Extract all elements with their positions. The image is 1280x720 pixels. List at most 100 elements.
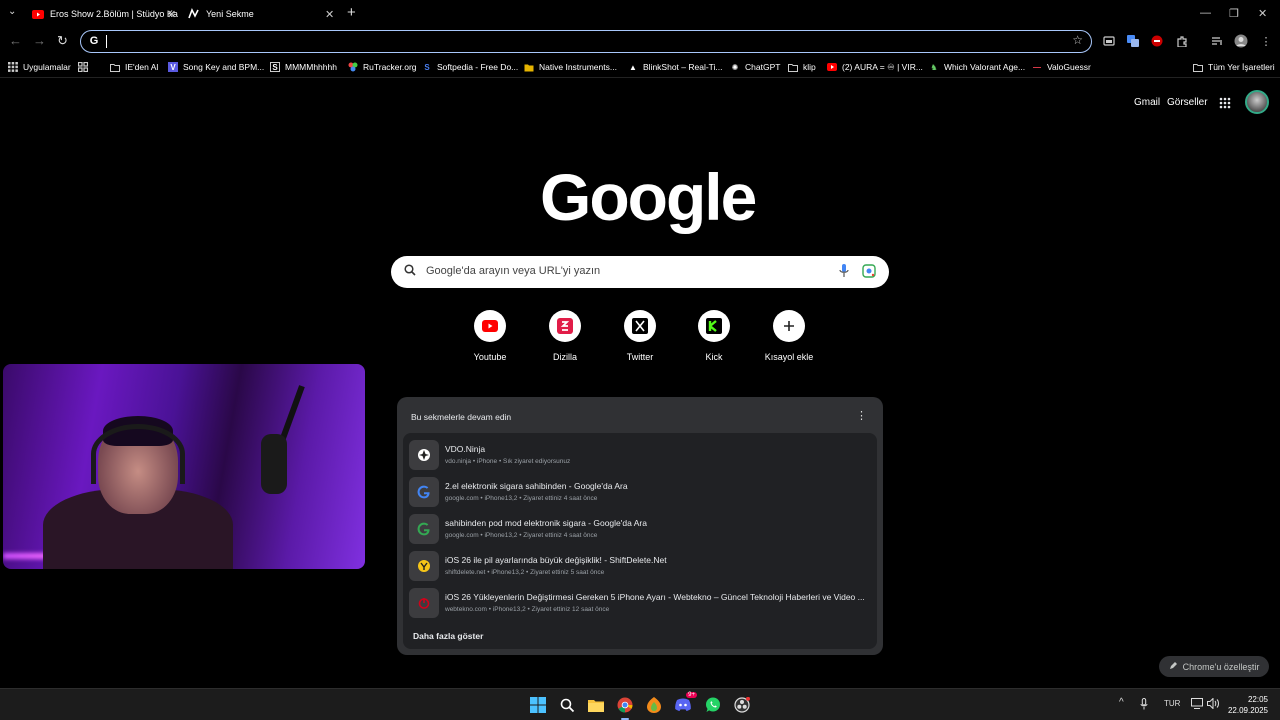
bookmark-label: MMMMhhhhh — [285, 62, 337, 72]
tab-youtube[interactable]: Eros Show 2.Bölüm | Stüdyo Ka ✕ — [32, 0, 182, 28]
account-avatar[interactable] — [1245, 90, 1269, 114]
bookmark-ie[interactable]: IE'den Al — [110, 59, 158, 75]
system-clock[interactable]: 22:05 22.09.2025 — [1228, 694, 1268, 716]
tray-mic-icon[interactable] — [1140, 698, 1148, 712]
search-box[interactable]: Google'da arayın veya URL'yi yazın — [391, 256, 889, 288]
bookmark-chatgpt[interactable]: ✺ ChatGPT — [730, 59, 781, 75]
bookmark-valorant[interactable]: ♞ Which Valorant Age... — [929, 59, 1025, 75]
search-placeholder: Google'da arayın veya URL'yi yazın — [426, 265, 601, 277]
reading-list-icon[interactable] — [1210, 34, 1224, 48]
shortcut-dizilla[interactable]: Dizilla — [525, 310, 605, 362]
bookmark-star-icon[interactable]: ☆ — [1072, 33, 1083, 47]
tab-search-icon[interactable]: ⌄ — [8, 6, 16, 17]
close-window-icon[interactable]: ✕ — [1258, 7, 1267, 20]
back-icon[interactable]: ← — [9, 33, 22, 48]
bookmark-label: Which Valorant Age... — [944, 62, 1026, 72]
menu-kebab-icon[interactable]: ⋮ — [1259, 34, 1273, 48]
shortcut-label: Dizilla — [552, 352, 577, 362]
list-item[interactable]: VDO.Ninja vdo.ninja • iPhone • Sık ziyar… — [407, 437, 873, 473]
shortcut-kick[interactable]: Kick — [674, 310, 754, 362]
bookmark-apps[interactable]: Uygulamalar — [8, 59, 71, 75]
google-icon — [409, 477, 439, 507]
folder-icon — [110, 62, 120, 72]
extensions-icon[interactable] — [1175, 34, 1189, 48]
google-apps-icon[interactable] — [1219, 96, 1231, 109]
microphone-icon[interactable] — [839, 263, 849, 284]
shortcut-youtube[interactable]: Youtube — [450, 310, 530, 362]
discord-icon[interactable]: 9+ — [673, 692, 697, 715]
shortcut-twitter[interactable]: Twitter — [600, 310, 680, 362]
x-icon — [624, 310, 656, 342]
shortcut-label: Youtube — [473, 352, 507, 362]
youtube-icon — [32, 8, 44, 20]
show-more-button[interactable]: Daha fazla göster — [413, 631, 483, 641]
tab-strip: ⌄ Eros Show 2.Bölüm | Stüdyo Ka ✕ Yeni S… — [0, 0, 1280, 28]
adblock-icon[interactable] — [1150, 34, 1164, 48]
gmail-link[interactable]: Gmail — [1134, 97, 1160, 108]
forward-icon[interactable]: → — [33, 33, 46, 48]
list-item[interactable]: sahibinden pod mod elektronik sigara - G… — [407, 511, 873, 547]
shortcut-add[interactable]: Kısayol ekle — [749, 310, 829, 362]
item-subtitle: webtekno.com • iPhone13,2 • Ziyaret etti… — [445, 606, 610, 613]
bookmark-aura[interactable]: (2) AURA = ♾ | VIR... — [827, 59, 923, 75]
start-icon[interactable] — [528, 695, 548, 715]
bookmark-songkey[interactable]: V Song Key and BPM... — [168, 59, 264, 75]
tray-chevron-icon[interactable]: ^ — [1119, 697, 1124, 708]
close-tab-icon[interactable]: ✕ — [167, 8, 176, 21]
rutracker-icon — [348, 62, 358, 72]
youtube-icon — [474, 310, 506, 342]
shiftdelete-icon — [409, 551, 439, 581]
google-lens-icon[interactable] — [862, 264, 876, 283]
tab-title: Yeni Sekme — [206, 9, 254, 19]
chrome-icon[interactable] — [615, 695, 635, 720]
item-title: sahibinden pod mod elektronik sigara - G… — [445, 518, 647, 528]
youtube-icon — [827, 62, 837, 72]
search-icon[interactable] — [557, 695, 577, 715]
fl-studio-icon[interactable] — [644, 695, 664, 715]
bookmark-klip[interactable]: klip — [788, 59, 816, 75]
google-icon: G — [89, 35, 99, 47]
bookmark-softpedia[interactable]: S Softpedia - Free Do... — [422, 59, 518, 75]
tab-new[interactable]: Yeni Sekme ✕ — [188, 0, 338, 28]
new-tab-button[interactable]: + — [347, 4, 356, 21]
address-bar[interactable]: G ☆ — [80, 30, 1092, 53]
volume-icon[interactable] — [1207, 697, 1219, 711]
card-menu-icon[interactable]: ⋮ — [856, 409, 867, 422]
bookmark-label: Tüm Yer İşaretleri — [1208, 62, 1275, 72]
webtekno-icon — [409, 588, 439, 618]
folder-icon — [524, 62, 534, 72]
list-item[interactable]: iOS 26 Yükleyenlerin Değiştirmesi Gereke… — [407, 585, 873, 621]
taskbar: 9+ ^ TUR 22:05 22.09.2025 — [0, 688, 1280, 720]
tab-list: VDO.Ninja vdo.ninja • iPhone • Sık ziyar… — [403, 433, 877, 649]
bookmark-valoguessr[interactable]: — ValoGuessr — [1032, 59, 1091, 75]
list-item[interactable]: 2.el elektronik sigara sahibinden - Goog… — [407, 474, 873, 510]
bookmark-mmmm[interactable]: S MMMMhhhhh — [270, 59, 337, 75]
profile-avatar-icon[interactable] — [1234, 34, 1248, 48]
bookmark-rutracker[interactable]: RuTracker.org — [348, 59, 417, 75]
reload-icon[interactable]: ↻ — [57, 33, 68, 49]
network-icon[interactable] — [1191, 698, 1203, 711]
obs-icon[interactable] — [732, 695, 752, 715]
customize-chrome-button[interactable]: Chrome'u özelleştir — [1159, 656, 1269, 677]
whatsapp-icon[interactable] — [703, 695, 723, 715]
item-subtitle: google.com • iPhone13,2 • Ziyaret ettini… — [445, 532, 598, 539]
list-item[interactable]: iOS 26 ile pil ayarlarında büyük değişik… — [407, 548, 873, 584]
restore-icon[interactable]: ❐ — [1229, 7, 1239, 20]
translate-icon[interactable] — [1126, 34, 1140, 48]
item-subtitle: vdo.ninja • iPhone • Sık ziyaret ediyors… — [445, 458, 571, 465]
text-caret — [106, 35, 107, 48]
bookmark-label: Softpedia - Free Do... — [437, 62, 519, 72]
bookmark-all[interactable]: Tüm Yer İşaretleri — [1193, 59, 1275, 75]
bookmark-native[interactable]: Native Instruments... — [524, 59, 617, 75]
language-indicator[interactable]: TUR — [1164, 699, 1180, 708]
images-link[interactable]: Görseller — [1167, 97, 1208, 108]
valoguessr-icon: — — [1033, 62, 1041, 72]
close-tab-icon[interactable]: ✕ — [325, 8, 334, 21]
minimize-icon[interactable]: — — [1200, 7, 1211, 19]
cast-icon[interactable] — [1102, 34, 1116, 48]
tab-grid-icon[interactable] — [78, 59, 88, 75]
valorant-icon: ♞ — [930, 62, 938, 72]
shortcut-label: Kick — [705, 352, 723, 362]
file-explorer-icon[interactable] — [586, 695, 606, 715]
bookmark-blinkshot[interactable]: ▲ BlinkShot – Real-Ti... — [628, 59, 723, 75]
